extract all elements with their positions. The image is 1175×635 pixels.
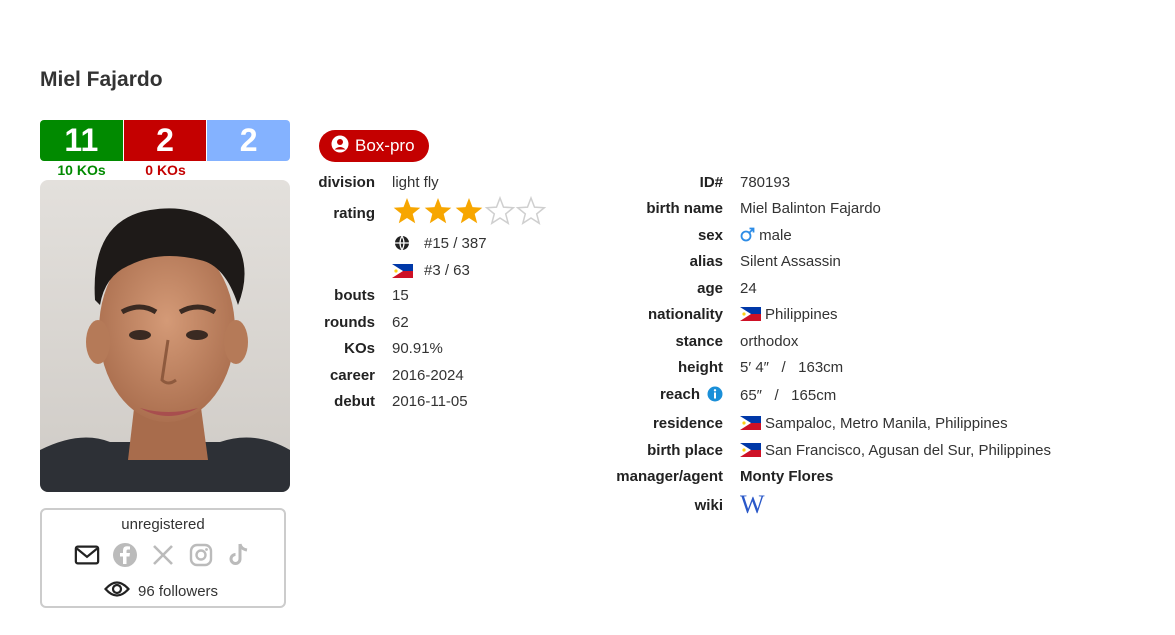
record-bar: 11 2 2	[40, 120, 291, 161]
sex-row: male	[740, 227, 792, 244]
birth-place-row[interactable]: San Francisco, Agusan del Sur, Philippin…	[740, 442, 1051, 459]
career-label: career	[329, 367, 375, 384]
wikipedia-icon[interactable]: W	[740, 490, 765, 520]
age-label: age	[697, 280, 723, 297]
division-label: division	[318, 174, 375, 191]
kos-value: 90.91%	[392, 340, 443, 357]
nationality-row[interactable]: Philippines	[740, 306, 838, 323]
followers[interactable]: 96 followers	[104, 580, 218, 602]
badge-label: Box-pro	[355, 136, 415, 155]
rating-stars	[392, 195, 552, 232]
debut-value: 2016-11-05	[392, 393, 468, 410]
tiktok-icon[interactable]	[226, 542, 252, 568]
star-filled-icon	[393, 198, 421, 224]
losses-kos: 0 KOs	[145, 162, 186, 178]
wiki-label: wiki	[694, 497, 723, 514]
reach-value: 65″ / 165cm	[740, 387, 837, 404]
box-pro-badge[interactable]: Box-pro	[319, 130, 429, 162]
height-value: 5′ 4″ / 163cm	[740, 359, 844, 376]
manager-value[interactable]: Monty Flores	[740, 468, 833, 485]
stance-label: stance	[675, 333, 723, 350]
star-filled-icon	[424, 198, 452, 224]
reach-label: reach	[659, 386, 700, 403]
birth-place-label: birth place	[647, 442, 723, 459]
birth-name-label: birth name	[646, 200, 723, 217]
mail-icon[interactable]	[74, 542, 100, 568]
boxer-name: Miel Fajardo	[40, 68, 163, 91]
star-empty-icon	[484, 195, 516, 225]
x-icon[interactable]	[150, 542, 176, 568]
boxer-photo	[40, 180, 290, 492]
sex-value: male	[759, 227, 792, 244]
ph-flag-icon	[740, 307, 761, 321]
nationality-value: Philippines	[765, 306, 838, 323]
world-rank[interactable]: #15 / 387	[424, 235, 487, 252]
info-icon[interactable]	[707, 386, 723, 406]
residence-row[interactable]: Sampaloc, Metro Manila, Philippines	[740, 415, 1008, 432]
sex-label: sex	[697, 227, 723, 244]
followers-count: 96 followers	[138, 582, 219, 600]
male-icon	[740, 227, 759, 244]
eye-icon	[104, 580, 130, 602]
registration-status: unregistered	[121, 516, 205, 533]
globe-icon	[394, 235, 410, 255]
kos-label: KOs	[344, 340, 375, 357]
instagram-icon[interactable]	[188, 542, 214, 568]
star-empty-icon	[515, 195, 547, 225]
alias-label: alias	[689, 253, 723, 270]
id-label: ID#	[699, 174, 723, 191]
rounds-label: rounds	[324, 314, 375, 331]
draws-count: 2	[207, 120, 291, 161]
ph-flag-icon	[740, 416, 761, 430]
career-value: 2016-2024	[392, 367, 464, 384]
wins-count: 11	[40, 120, 123, 161]
manager-label: manager/agent	[616, 468, 723, 485]
national-rank[interactable]: #3 / 63	[424, 262, 470, 279]
user-circle-icon	[331, 135, 349, 158]
age-value: 24	[740, 280, 757, 297]
birth-name-value: Miel Balinton Fajardo	[740, 200, 881, 217]
ph-flag-icon	[392, 263, 417, 280]
star-filled-icon	[455, 198, 483, 224]
birth-place-value: San Francisco, Agusan del Sur, Philippin…	[765, 442, 1052, 459]
residence-value: Sampaloc, Metro Manila, Philippines	[765, 415, 1008, 432]
height-label: height	[678, 359, 723, 376]
losses-count: 2	[123, 120, 207, 161]
ph-flag-icon	[740, 443, 761, 457]
nationality-label: nationality	[647, 306, 723, 323]
residence-label: residence	[652, 415, 723, 432]
bouts-label: bouts	[334, 287, 375, 304]
stance-value: orthodox	[740, 333, 799, 350]
alias-value: Silent Assassin	[740, 253, 841, 270]
wins-kos: 10 KOs	[57, 162, 106, 178]
social-card: unregistered 96 followers	[40, 508, 286, 608]
division-value[interactable]: light fly	[392, 174, 439, 191]
id-value: 780193	[740, 174, 791, 191]
debut-label: debut	[334, 393, 375, 410]
rounds-value: 62	[392, 314, 409, 331]
rating-label: rating	[333, 205, 375, 222]
bouts-value: 15	[392, 287, 409, 304]
facebook-icon[interactable]	[112, 542, 138, 568]
